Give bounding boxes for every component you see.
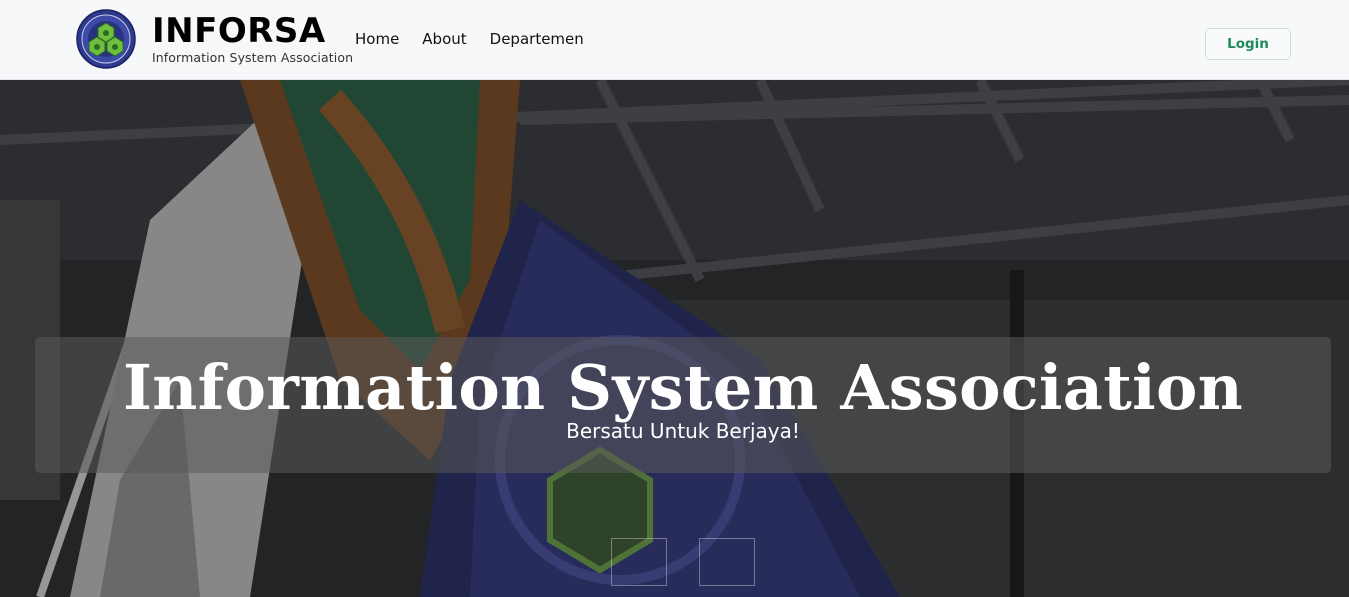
hero-carousel: Information System Association Bersatu U… (0, 80, 1349, 597)
inforsa-logo-icon (76, 9, 136, 69)
brand-title: INFORSA (152, 11, 326, 51)
brand-link[interactable]: INFORSA Information System Association (76, 9, 353, 69)
nav-link-about[interactable]: About (422, 30, 466, 48)
brand-text: INFORSA Information System Association (152, 13, 353, 65)
brand-subtitle: Information System Association (152, 50, 354, 65)
nav-link-departemen[interactable]: Departemen (490, 30, 584, 48)
carousel-indicator-1[interactable] (611, 538, 667, 586)
login-button[interactable]: Login (1205, 28, 1291, 60)
hero-title: Information System Association (122, 351, 1244, 424)
navbar: INFORSA Information System Association H… (0, 0, 1349, 80)
carousel-indicator-2[interactable] (699, 538, 755, 586)
nav-link-home[interactable]: Home (355, 30, 399, 48)
hero-caption: Information System Association Bersatu U… (35, 337, 1331, 473)
nav-links: Home About Departemen (355, 30, 584, 48)
